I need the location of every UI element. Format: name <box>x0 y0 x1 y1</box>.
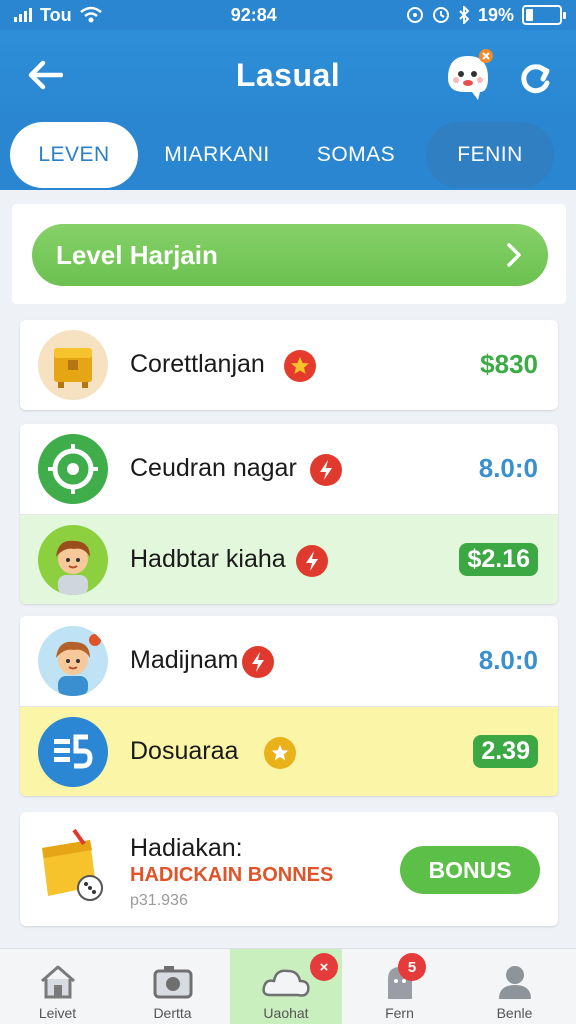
nav-item-benle[interactable]: Benle <box>457 949 572 1024</box>
clock: 92:84 <box>230 4 277 25</box>
nav-item-leivet[interactable]: Leivet <box>0 949 115 1024</box>
nav-label: Dertta <box>153 1005 192 1021</box>
treasure-chest-icon <box>38 330 108 400</box>
nav-item-uaohat[interactable]: × Uaohat <box>230 949 342 1024</box>
tab-fenin[interactable]: FENIN <box>426 122 554 188</box>
star-badge-icon <box>284 350 316 382</box>
user-icon <box>498 966 531 999</box>
nav-label: Benle <box>496 1005 533 1021</box>
list-item-label: Hadbtar kiaha <box>130 545 286 573</box>
nav-label: Uaohat <box>263 1005 309 1021</box>
cloud-icon <box>262 969 310 997</box>
bonus-code: p31.936 <box>130 892 188 909</box>
list-item-label: Ceudran nagar <box>130 454 297 482</box>
list-item[interactable]: Madijnam 8.0:0 <box>20 616 558 706</box>
lightning-badge-icon <box>242 646 274 678</box>
ghost-mascot-icon <box>448 49 493 100</box>
tab-miarkani[interactable]: MIARKANI <box>138 122 296 188</box>
app-header: Lasual <box>0 30 576 120</box>
level-button[interactable]: Level Harjain <box>32 224 548 286</box>
boy-avatar-icon <box>38 626 108 696</box>
list-item[interactable]: Ceudran nagar 8.0:0 <box>20 424 558 514</box>
nav-label: Leivet <box>38 1005 77 1021</box>
level-button-label: Level Harjain <box>56 239 218 270</box>
list-item[interactable]: Dosuaraa 2.39 <box>20 706 558 796</box>
battery-icon <box>521 5 566 25</box>
bonus-button[interactable]: BONUS <box>400 846 540 894</box>
nav-item-fern[interactable]: 5 Fern <box>342 949 457 1024</box>
target-icon <box>38 434 108 504</box>
alarm-icon <box>432 7 449 23</box>
page-title: Lasual <box>235 56 341 93</box>
back-button[interactable] <box>22 52 68 98</box>
dollar-card-icon <box>38 717 108 787</box>
list-item-value: 2.39 <box>473 735 538 768</box>
list-item-value: $2.16 <box>459 543 538 576</box>
arrow-left-icon <box>28 60 63 90</box>
close-badge[interactable]: × <box>310 953 338 981</box>
list-item-label: Corettlanjan <box>130 350 265 378</box>
camera-icon <box>153 966 192 999</box>
refresh-icon <box>521 64 550 94</box>
level-panel: Level Harjain <box>12 204 566 304</box>
bonus-title: Hadiakan: <box>130 834 243 862</box>
tab-leven[interactable]: LEVEN <box>10 122 138 188</box>
status-bar: Tou 92:84 19% <box>0 0 576 30</box>
reward-card: Ceudran nagar 8.0:0 Hadbtar kiaha $2.16 <box>20 424 558 604</box>
chevron-right-icon <box>507 243 521 267</box>
tab-bar: LEVEN MIARKANI SOMAS FENIN <box>0 120 576 190</box>
nav-label: Fern <box>385 1005 414 1021</box>
notification-badge: 5 <box>398 953 426 981</box>
bottom-nav: Leivet Dertta × Uaohat 5 Fern Benle <box>0 948 576 1024</box>
reward-card: Corettlanjan $830 <box>20 320 558 410</box>
bluetooth-icon <box>459 6 470 24</box>
lightning-badge-icon <box>296 545 328 577</box>
nav-item-dertta[interactable]: Dertta <box>115 949 230 1024</box>
refresh-button[interactable] <box>512 56 558 102</box>
mascot-button[interactable] <box>440 48 496 104</box>
list-item[interactable]: Corettlanjan $830 <box>20 320 558 410</box>
list-item-value: $830 <box>480 349 538 379</box>
lightning-badge-icon <box>310 454 342 486</box>
signal-icon <box>14 8 32 22</box>
home-icon <box>40 965 75 999</box>
battery-percent: 19% <box>477 4 514 25</box>
list-item-value: 8.0:0 <box>478 453 538 483</box>
bonus-card: Hadiakan: HADICKAIN BONNES p31.936 BONUS <box>20 812 558 926</box>
boy-avatar-icon <box>38 525 108 595</box>
tab-somas[interactable]: SOMAS <box>296 122 416 188</box>
star-badge-icon <box>264 737 296 769</box>
list-item-value: 8.0:0 <box>478 645 538 675</box>
carrier-label: Tou <box>40 4 72 25</box>
reward-card: Madijnam 8.0:0 Dosuaraa 2.39 <box>20 616 558 796</box>
list-item[interactable]: Hadbtar kiaha $2.16 <box>20 514 558 604</box>
list-item-label: Madijnam <box>130 646 239 674</box>
wifi-icon <box>79 6 102 23</box>
gift-box-icon <box>34 826 114 906</box>
list-item-label: Dosuaraa <box>130 737 239 765</box>
rotation-lock-icon <box>406 7 423 23</box>
bonus-subtitle: HADICKAIN BONNES <box>130 864 334 886</box>
